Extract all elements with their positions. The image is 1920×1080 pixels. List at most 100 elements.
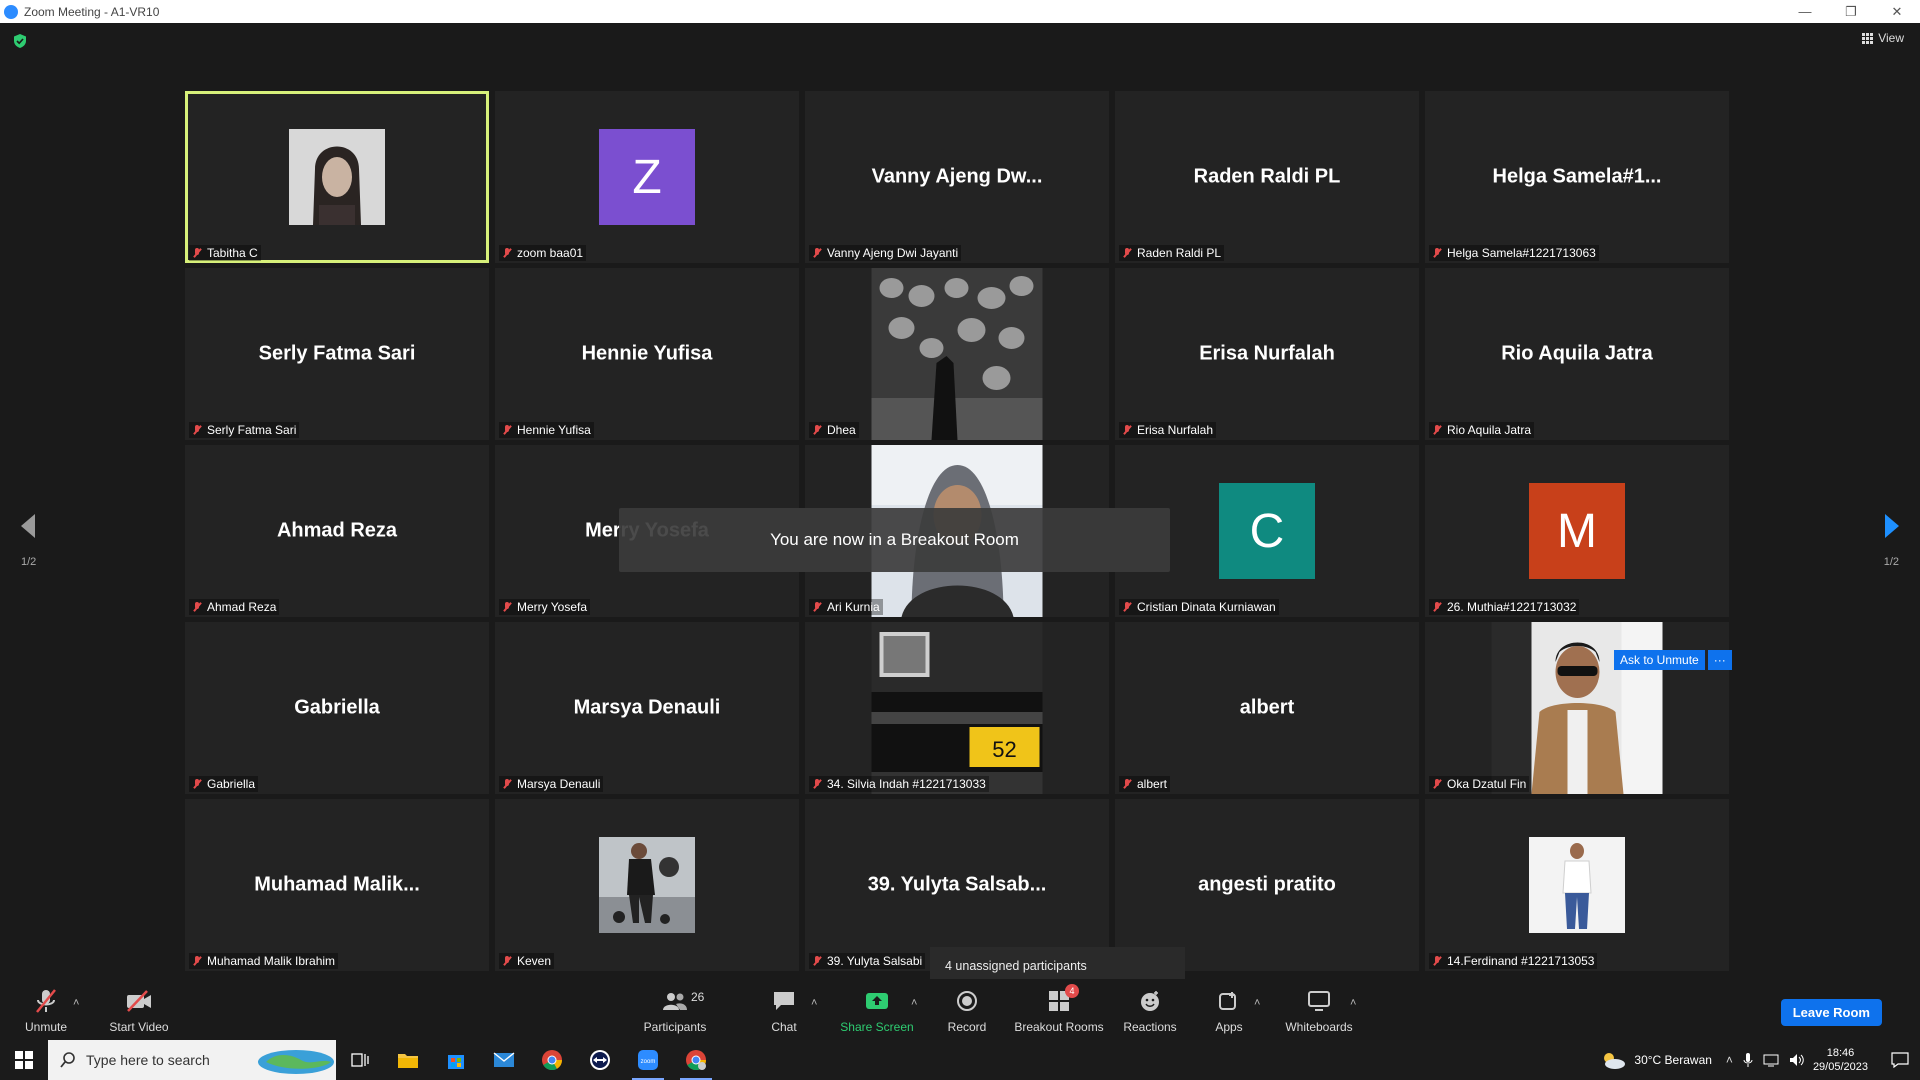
microsoft-store-app[interactable] [432,1040,480,1080]
participant-tile[interactable]: Keven [495,799,799,971]
participant-tile[interactable]: Marsya Denauli Marsya Denauli [495,622,799,794]
view-button[interactable]: View [1862,31,1904,45]
participant-tile[interactable]: 39. Yulyta Salsab... 39. Yulyta Salsabi [805,799,1109,971]
apps-options-caret-icon[interactable]: ˄ [1254,997,1260,1009]
record-button[interactable]: Record [946,979,988,1040]
network-icon[interactable] [1763,1053,1779,1067]
participant-name: 39. Yulyta Salsabi [827,954,923,968]
close-button[interactable]: ✕ [1874,0,1920,23]
shield-icon[interactable] [12,33,28,49]
participant-name: Marsya Denauli [517,777,601,791]
mail-icon [493,1052,515,1067]
task-view-button[interactable] [336,1040,384,1080]
participant-tile[interactable]: Rio Aquila Jatra Rio Aquila Jatra [1425,268,1729,440]
participant-tile[interactable]: Oka Dzatul Fin [1425,622,1729,794]
muted-mic-icon [1121,424,1133,436]
participant-name: Dhea [827,423,856,437]
participant-tile[interactable]: albert albert [1115,622,1419,794]
participant-tile[interactable]: 14.Ferdinand #1221713053 [1425,799,1729,971]
start-button[interactable] [0,1040,48,1080]
window-title: Zoom Meeting - A1-VR10 [24,4,160,19]
reactions-button[interactable]: Reactions [1122,979,1178,1040]
chrome-window-app[interactable] [672,1040,720,1080]
ask-to-unmute-button[interactable]: Ask to Unmute [1614,650,1705,670]
participant-tile[interactable]: Tabitha C [185,91,489,263]
participant-name: Gabriella [207,777,256,791]
apps-button[interactable]: Apps [1212,979,1246,1040]
chat-button[interactable]: Chat [765,979,803,1040]
participant-name: Keven [517,954,552,968]
volume-icon[interactable] [1789,1053,1805,1067]
participant-tile[interactable]: Hennie Yufisa Hennie Yufisa [495,268,799,440]
meeting-area: View Tabitha C Zzoom baa01 Vanny Ajeng Dw.… [0,23,1920,985]
previous-page-arrow-icon[interactable] [20,513,36,539]
participant-name: Merry Yosefa [517,600,588,614]
muted-mic-icon [1121,778,1133,790]
participant-tile[interactable]: 52 34. Silvia Indah #1221713033 [805,622,1109,794]
participant-tile[interactable]: Serly Fatma Sari Serly Fatma Sari [185,268,489,440]
show-hidden-icons-chevron-icon[interactable]: ˄ [1726,1053,1733,1067]
share-options-caret-icon[interactable]: ˄ [911,997,917,1009]
taskbar-search-box[interactable]: Type here to search [48,1040,336,1080]
participant-name: Tabitha C [207,246,258,260]
mail-app[interactable] [480,1040,528,1080]
more-options-button[interactable]: ··· [1707,650,1732,670]
zoom-app[interactable]: zoom [624,1040,672,1080]
participant-tile[interactable]: angesti pratitopratito [1115,799,1419,971]
participant-display-name: Erisa Nurfalah [1199,342,1335,365]
muted-mic-icon [811,247,823,259]
participant-display-name: Muhamad Malik... [254,873,420,896]
participant-tile[interactable]: Raden Raldi PL Raden Raldi PL [1115,91,1419,263]
minimize-button[interactable]: — [1782,0,1828,23]
participant-tile[interactable]: Dhea [805,268,1109,440]
restore-button[interactable]: ❐ [1828,0,1874,23]
file-explorer-app[interactable] [384,1040,432,1080]
participant-tile[interactable]: Erisa Nurfalah Erisa Nurfalah [1115,268,1419,440]
chat-options-caret-icon[interactable]: ˄ [811,997,817,1009]
participant-name-label: 14.Ferdinand #1221713053 [1429,953,1598,969]
participant-name-label: 39. Yulyta Salsabi [809,953,926,969]
chrome-app[interactable] [528,1040,576,1080]
unmute-button[interactable]: Unmute [22,979,70,1040]
participant-display-name: Helga Samela#1... [1492,165,1662,188]
participant-display-name: Marsya Denauli [573,696,721,719]
weather-widget[interactable]: 30°C Berawan [1600,1050,1712,1070]
participant-tile[interactable]: Muhamad Malik... Muhamad Malik Ibrahim [185,799,489,971]
window-titlebar: Zoom Meeting - A1-VR10 — ❐ ✕ [0,0,1920,23]
notifications-button[interactable] [1880,1040,1920,1080]
participants-button[interactable]: 26 Participants [640,979,710,1040]
participant-name-label: Marsya Denauli [499,776,604,792]
whiteboards-button[interactable]: Whiteboards [1284,979,1354,1040]
participant-name-label: Rio Aquila Jatra [1429,422,1535,438]
muted-mic-icon [501,955,513,967]
participant-tile[interactable]: Ahmad Reza Ahmad Reza [185,445,489,617]
muted-mic-icon [1121,601,1133,613]
participant-name: Raden Raldi PL [1137,246,1222,260]
participant-tile[interactable]: Zzoom baa01 [495,91,799,263]
muted-mic-icon [1431,778,1443,790]
participant-tile[interactable]: M 26. Muthia#1221713032 [1425,445,1729,617]
participant-tile[interactable]: Gabriella Gabriella [185,622,489,794]
microphone-tray-icon[interactable] [1743,1053,1753,1067]
muted-mic-icon [811,601,823,613]
share-screen-icon [863,988,891,1014]
leave-room-button[interactable]: Leave Room [1780,999,1882,1026]
start-video-button[interactable]: Start Video [103,979,175,1040]
whiteboards-options-caret-icon[interactable]: ˄ [1350,997,1356,1009]
apps-label: Apps [1215,1020,1243,1034]
participant-tile[interactable]: Helga Samela#1... Helga Samela#1221713063 [1425,91,1729,263]
left-page-indicator: 1/2 [21,556,37,568]
breakout-rooms-button[interactable]: 4 Breakout Rooms [1013,979,1105,1040]
breakout-rooms-label: Breakout Rooms [1014,1020,1104,1034]
breakout-rooms-badge: 4 [1065,984,1079,998]
participant-display-name: Vanny Ajeng Dw... [871,165,1043,188]
teamviewer-app[interactable] [576,1040,624,1080]
taskbar-clock[interactable]: 18:46 29/05/2023 [1813,1046,1868,1074]
participant-name-label: albert [1119,776,1171,792]
zoom-icon: zoom [638,1050,658,1070]
store-icon [448,1055,464,1069]
share-screen-button[interactable]: Share Screen [840,979,914,1040]
next-page-arrow-icon[interactable] [1884,513,1900,539]
audio-options-caret-icon[interactable]: ˄ [73,997,79,1009]
participant-tile[interactable]: Vanny Ajeng Dw... Vanny Ajeng Dwi Jayanti [805,91,1109,263]
